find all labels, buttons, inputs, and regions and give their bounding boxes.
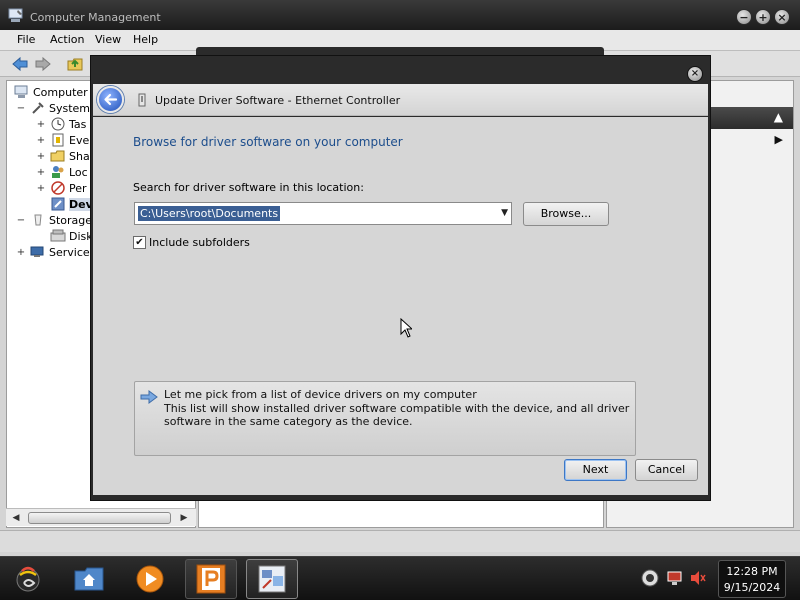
taskbar: 12:28 PM 9/15/2024 bbox=[0, 556, 800, 600]
minimize-button[interactable]: − bbox=[736, 9, 752, 25]
mouse-cursor-icon bbox=[400, 318, 412, 338]
menu-help[interactable]: Help bbox=[133, 33, 158, 46]
right-arrow-icon bbox=[140, 390, 158, 404]
tree-node-system-tools[interactable]: − System bbox=[15, 100, 90, 116]
cancel-button[interactable]: Cancel bbox=[635, 459, 698, 481]
tools-icon bbox=[32, 102, 44, 114]
tree-node-disk-management[interactable]: Disk bbox=[47, 228, 93, 244]
computer-icon bbox=[14, 85, 28, 98]
tree-node-device-manager[interactable]: Dev bbox=[47, 196, 93, 212]
clock-date: 9/15/2024 bbox=[723, 581, 781, 594]
forward-arrow-icon[interactable] bbox=[34, 55, 52, 73]
taskbar-computer-management-button[interactable] bbox=[246, 559, 298, 599]
update-driver-dialog: × Update Driver Software - Ethernet Cont… bbox=[90, 55, 711, 501]
dialog-header: Update Driver Software - Ethernet Contro… bbox=[93, 84, 708, 116]
tree-horizontal-scrollbar[interactable]: ◀ ▶ bbox=[6, 508, 196, 526]
pick-from-list-option[interactable]: Let me pick from a list of device driver… bbox=[134, 381, 636, 456]
clock-icon bbox=[51, 117, 65, 131]
file-manager-icon[interactable] bbox=[72, 563, 106, 595]
browse-button[interactable]: Browse... bbox=[523, 202, 609, 226]
pick-option-description: This list will show installed driver sof… bbox=[164, 402, 630, 428]
expand-icon[interactable]: + bbox=[35, 167, 47, 178]
include-subfolders-row[interactable]: ✔ Include subfolders bbox=[133, 236, 250, 249]
storage-icon bbox=[34, 214, 42, 226]
dropdown-arrow-icon[interactable]: ▼ bbox=[501, 208, 508, 218]
back-arrow-icon bbox=[104, 93, 118, 106]
scroll-thumb[interactable] bbox=[28, 512, 171, 524]
ethernet-device-icon bbox=[138, 93, 146, 107]
dialog-body: Browse for driver software on your compu… bbox=[93, 117, 708, 495]
presentation-app-icon bbox=[196, 564, 226, 594]
menu-file[interactable]: File bbox=[17, 33, 35, 46]
main-titlebar[interactable]: Computer Management − + × bbox=[0, 0, 800, 30]
more-actions-arrow-icon[interactable]: ▶ bbox=[775, 133, 783, 146]
instruction-heading: Browse for driver software on your compu… bbox=[133, 135, 403, 149]
device-manager-icon bbox=[51, 197, 65, 211]
media-player-icon[interactable] bbox=[133, 563, 167, 595]
shared-folders-icon bbox=[50, 150, 65, 162]
menu-view[interactable]: View bbox=[95, 33, 121, 46]
expand-icon[interactable]: + bbox=[15, 247, 27, 258]
taskbar-app-button[interactable] bbox=[185, 559, 237, 599]
status-bar bbox=[0, 530, 800, 552]
expand-icon[interactable]: + bbox=[35, 135, 47, 146]
tree-node-event-viewer[interactable]: + Eve bbox=[35, 132, 89, 148]
dialog-title: Update Driver Software - Ethernet Contro… bbox=[155, 94, 401, 107]
network-tray-icon[interactable] bbox=[641, 569, 659, 587]
expand-icon[interactable]: + bbox=[35, 183, 47, 194]
clock-time: 12:28 PM bbox=[726, 565, 778, 578]
collapse-icon[interactable]: − bbox=[15, 215, 27, 226]
display-tray-icon[interactable] bbox=[667, 569, 685, 587]
next-button[interactable]: Next bbox=[564, 459, 627, 481]
tree-node-task-scheduler[interactable]: + Tas bbox=[35, 116, 86, 132]
tree-node-computer-management[interactable]: Computer M bbox=[11, 84, 101, 100]
expand-icon[interactable]: + bbox=[35, 151, 47, 162]
computer-management-icon bbox=[8, 8, 23, 22]
close-button[interactable]: × bbox=[774, 9, 790, 25]
maximize-button[interactable]: + bbox=[755, 9, 771, 25]
tree-node-storage[interactable]: − Storage bbox=[15, 212, 92, 228]
collapse-icon[interactable]: − bbox=[15, 103, 27, 114]
pick-option-title: Let me pick from a list of device driver… bbox=[164, 388, 477, 401]
scroll-right-icon[interactable]: ▶ bbox=[178, 511, 190, 525]
tree-node-shared-folders[interactable]: + Sha bbox=[35, 148, 90, 164]
menu-action[interactable]: Action bbox=[50, 33, 84, 46]
up-folder-icon[interactable] bbox=[66, 55, 84, 73]
search-location-label: Search for driver software in this locat… bbox=[133, 181, 364, 194]
performance-icon bbox=[51, 181, 65, 195]
system-clock[interactable]: 12:28 PM 9/15/2024 bbox=[718, 560, 786, 598]
event-viewer-icon bbox=[52, 133, 64, 147]
services-icon bbox=[30, 246, 44, 257]
wizard-back-button[interactable] bbox=[97, 86, 124, 113]
back-arrow-icon[interactable] bbox=[11, 55, 29, 73]
include-subfolders-checkbox[interactable]: ✔ bbox=[133, 236, 146, 249]
main-window-title: Computer Management bbox=[30, 11, 161, 24]
include-subfolders-label[interactable]: Include subfolders bbox=[149, 236, 250, 249]
tree-node-local-users[interactable]: + Loc bbox=[35, 164, 88, 180]
disk-icon bbox=[50, 229, 66, 242]
volume-muted-icon[interactable] bbox=[689, 569, 707, 587]
expand-icon[interactable]: + bbox=[35, 119, 47, 130]
tree-node-services[interactable]: + Service bbox=[15, 244, 90, 260]
computer-management-icon bbox=[258, 565, 286, 593]
driver-path-value[interactable]: C:\Users\root\Documents bbox=[138, 206, 281, 221]
start-menu-icon[interactable] bbox=[12, 563, 44, 595]
dialog-close-button[interactable]: × bbox=[687, 66, 703, 82]
users-icon bbox=[52, 166, 64, 178]
driver-path-combobox[interactable]: C:\Users\root\Documents ▼ bbox=[134, 202, 512, 225]
tree-node-performance[interactable]: + Per bbox=[35, 180, 87, 196]
scroll-left-icon[interactable]: ◀ bbox=[10, 511, 22, 525]
collapse-up-icon[interactable]: ▲ bbox=[774, 110, 783, 124]
